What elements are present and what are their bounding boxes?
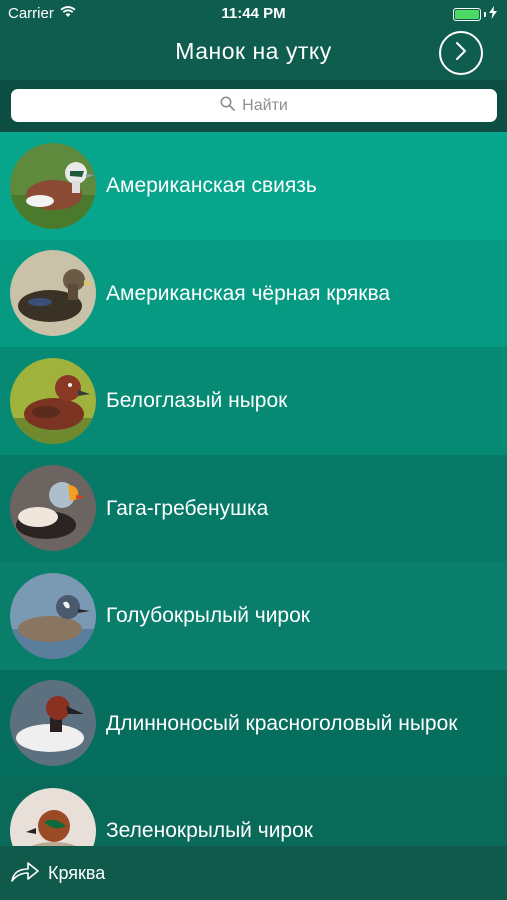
clock: 11:44 PM	[221, 5, 286, 22]
next-button[interactable]	[439, 31, 483, 75]
battery-group	[453, 6, 497, 23]
bottom-bar: Кряква	[0, 846, 507, 900]
search-input[interactable]: Найти	[11, 89, 497, 122]
duck-photo	[10, 572, 96, 659]
list-item[interactable]: Голубокрылый чирок	[0, 562, 507, 670]
duck-photo	[10, 680, 96, 767]
duck-name: Голубокрылый чирок	[106, 604, 310, 628]
list-item[interactable]: Американская свиязь	[0, 132, 507, 240]
list-item[interactable]: Зеленокрылый чирок	[0, 777, 507, 846]
duck-name: Гага-гребенушка	[106, 496, 269, 520]
duck-name: Американская свиязь	[106, 174, 317, 198]
search-icon	[220, 96, 236, 116]
duck-list: Американская свиязь Американская чёрная …	[0, 132, 507, 846]
duck-name: Белоглазый нырок	[106, 389, 288, 413]
list-item[interactable]: Американская чёрная кряква	[0, 239, 507, 347]
list-item[interactable]: Длинноносый красноголовый нырок	[0, 669, 507, 777]
duck-photo	[10, 465, 96, 552]
duck-photo	[10, 250, 96, 337]
duck-name: Длинноносый красноголовый нырок	[106, 711, 458, 735]
battery-icon	[453, 8, 481, 21]
search-placeholder: Найти	[242, 96, 288, 114]
duck-photo	[10, 357, 96, 444]
navigation-bar: Манок на утку	[0, 28, 507, 80]
charging-icon	[489, 6, 497, 23]
duck-name: Зеленокрылый чирок	[106, 819, 313, 843]
share-arrow-icon	[10, 859, 40, 888]
status-bar: Carrier 11:44 PM	[0, 0, 507, 28]
list-item[interactable]: Белоглазый нырок	[0, 347, 507, 455]
duck-photo	[10, 787, 96, 846]
duck-photo	[10, 142, 96, 229]
share-button[interactable]: Кряква	[10, 859, 105, 888]
duck-name: Американская чёрная кряква	[106, 281, 391, 305]
selected-duck-label: Кряква	[48, 862, 106, 883]
chevron-right-icon	[453, 41, 469, 66]
page-title: Манок на утку	[175, 38, 332, 64]
search-container: Найти	[0, 80, 507, 132]
list-item[interactable]: Гага-гребенушка	[0, 454, 507, 562]
